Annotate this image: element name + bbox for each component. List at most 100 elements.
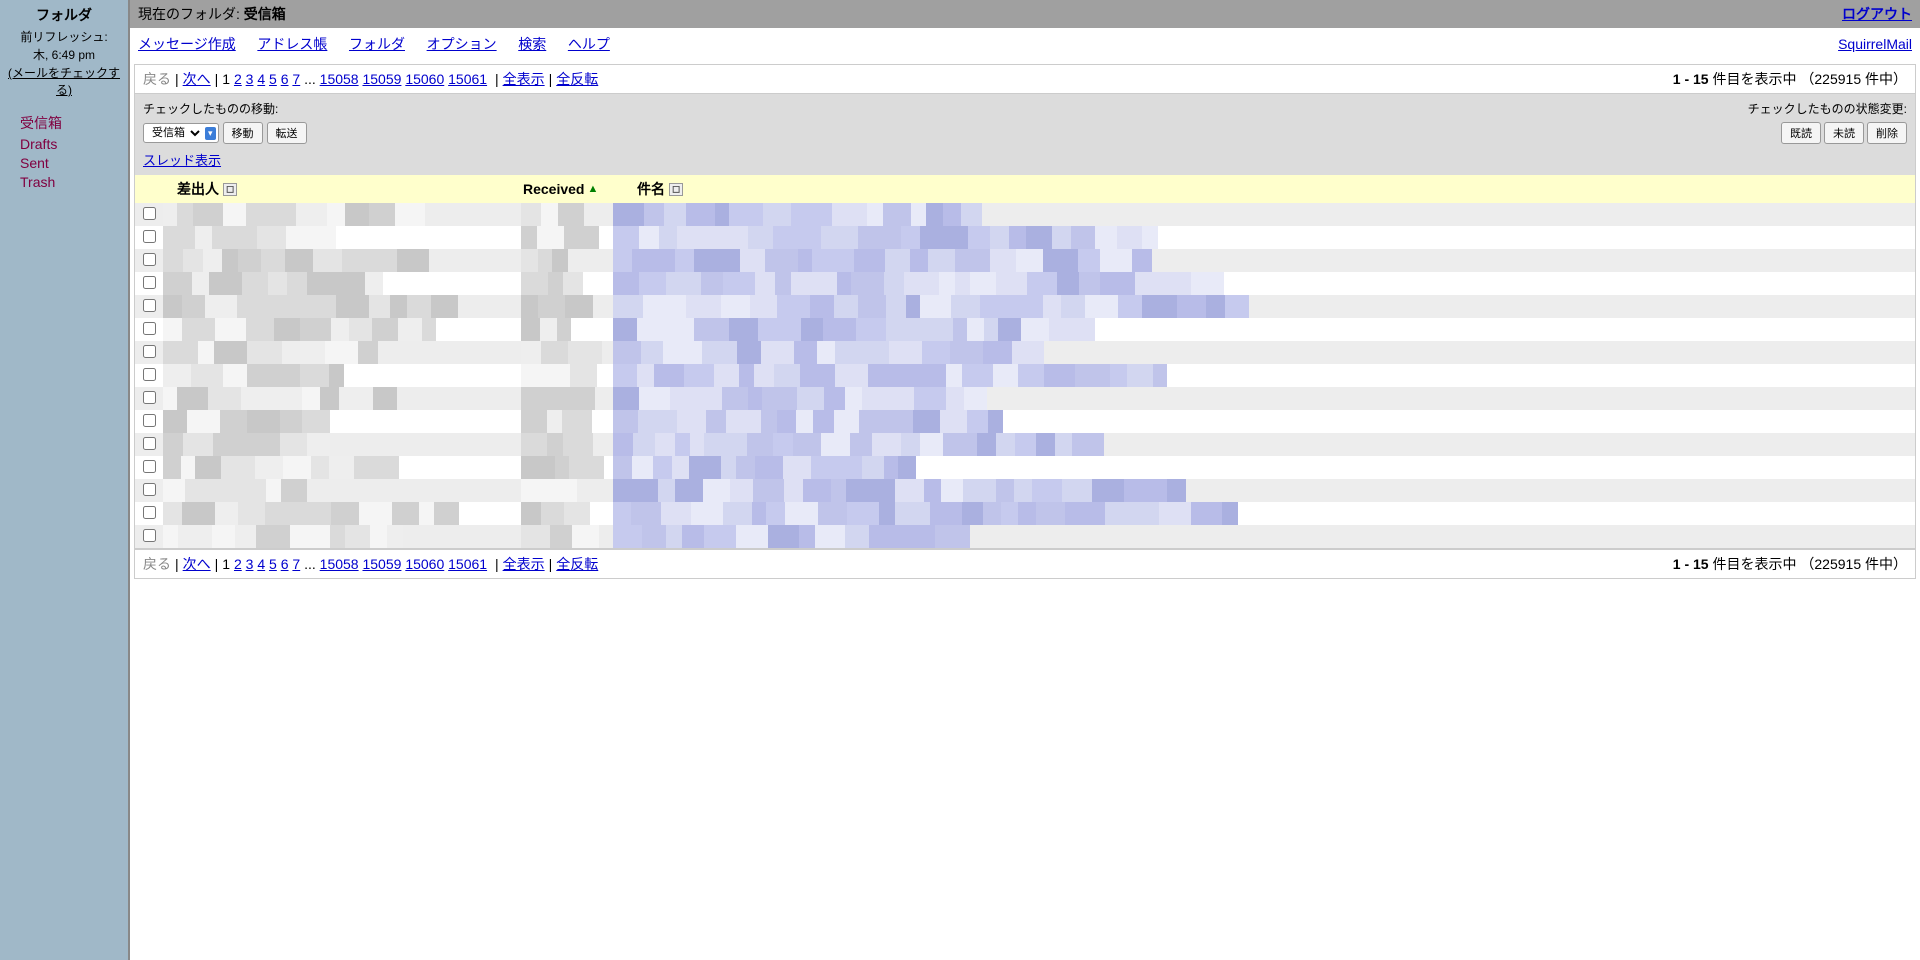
page-link[interactable]: 3 bbox=[246, 556, 254, 572]
row-checkbox[interactable] bbox=[143, 299, 156, 312]
table-row[interactable] bbox=[135, 479, 1915, 502]
row-checkbox[interactable] bbox=[143, 391, 156, 404]
table-row[interactable] bbox=[135, 341, 1915, 364]
table-row[interactable] bbox=[135, 410, 1915, 433]
table-row[interactable] bbox=[135, 203, 1915, 226]
from-redacted bbox=[163, 272, 521, 295]
row-checkbox[interactable] bbox=[143, 483, 156, 496]
logout-link[interactable]: ログアウト bbox=[1842, 6, 1912, 22]
table-row[interactable] bbox=[135, 364, 1915, 387]
folder-select-wrap[interactable]: 受信箱 ▾ bbox=[143, 123, 219, 143]
th-received[interactable]: Received bbox=[523, 181, 584, 197]
table-row[interactable] bbox=[135, 387, 1915, 410]
from-redacted bbox=[163, 318, 521, 341]
date-redacted bbox=[521, 456, 613, 479]
row-checkbox[interactable] bbox=[143, 368, 156, 381]
page-link[interactable]: 3 bbox=[246, 71, 254, 87]
sidebar: フォルダ 前リフレッシュ: 木, 6:49 pm (メールをチェックする) 受信… bbox=[0, 0, 130, 960]
page-link[interactable]: 6 bbox=[281, 71, 289, 87]
subject-redacted bbox=[613, 479, 1915, 502]
sidebar-title: フォルダ bbox=[2, 5, 126, 25]
table-row[interactable] bbox=[135, 433, 1915, 456]
row-checkbox[interactable] bbox=[143, 506, 156, 519]
row-checkbox[interactable] bbox=[143, 414, 156, 427]
page-link[interactable]: 15061 bbox=[448, 71, 487, 87]
table-row[interactable] bbox=[135, 272, 1915, 295]
page-link[interactable]: 2 bbox=[234, 556, 242, 572]
row-checkbox[interactable] bbox=[143, 460, 156, 473]
compose-link[interactable]: メッセージ作成 bbox=[138, 36, 236, 52]
action-bar: チェックしたものの移動: チェックしたものの状態変更: 受信箱 ▾ 移動 転送 … bbox=[134, 94, 1916, 175]
page-link[interactable]: 5 bbox=[269, 71, 277, 87]
table-row[interactable] bbox=[135, 318, 1915, 341]
folder-drafts[interactable]: Drafts bbox=[20, 136, 126, 152]
row-checkbox[interactable] bbox=[143, 322, 156, 335]
page-link[interactable]: 15060 bbox=[405, 556, 444, 572]
folder-sent[interactable]: Sent bbox=[20, 155, 126, 171]
subject-redacted bbox=[613, 525, 1915, 548]
folder-select[interactable]: 受信箱 bbox=[146, 125, 203, 141]
row-checkbox[interactable] bbox=[143, 529, 156, 542]
folder-trash[interactable]: Trash bbox=[20, 174, 126, 190]
row-checkbox[interactable] bbox=[143, 437, 156, 450]
date-redacted bbox=[521, 341, 613, 364]
toggle-all-link[interactable]: 全反転 bbox=[556, 71, 598, 87]
page-link[interactable]: 15058 bbox=[320, 71, 359, 87]
move-button[interactable]: 移動 bbox=[223, 122, 263, 144]
page-link[interactable]: 15060 bbox=[405, 71, 444, 87]
row-checkbox[interactable] bbox=[143, 345, 156, 358]
check-mail-link[interactable]: (メールをチェックする) bbox=[2, 64, 126, 98]
show-all-link[interactable]: 全表示 bbox=[503, 71, 545, 87]
thread-view-link[interactable]: スレッド表示 bbox=[143, 153, 221, 168]
table-row[interactable] bbox=[135, 295, 1915, 318]
delete-button[interactable]: 削除 bbox=[1867, 122, 1907, 144]
options-link[interactable]: オプション bbox=[427, 36, 497, 52]
table-row[interactable] bbox=[135, 249, 1915, 272]
table-row[interactable] bbox=[135, 502, 1915, 525]
th-subject[interactable]: 件名 bbox=[637, 179, 665, 199]
sort-asc-icon[interactable]: ▲ bbox=[587, 183, 598, 195]
page-link[interactable]: 7 bbox=[292, 556, 300, 572]
page-link[interactable]: 6 bbox=[281, 556, 289, 572]
sort-icon[interactable]: ◻ bbox=[223, 183, 237, 196]
search-link[interactable]: 検索 bbox=[518, 36, 546, 52]
row-checkbox[interactable] bbox=[143, 207, 156, 220]
pagination-left: 戻る|次へ|1 2 3 4 5 6 7 ... 15058 15059 1506… bbox=[143, 69, 598, 89]
page-link[interactable]: 2 bbox=[234, 71, 242, 87]
show-all-link[interactable]: 全表示 bbox=[503, 556, 545, 572]
brand-link[interactable]: SquirrelMail bbox=[1838, 36, 1912, 52]
row-checkbox[interactable] bbox=[143, 276, 156, 289]
nav-next[interactable]: 次へ bbox=[183, 71, 211, 87]
table-row[interactable] bbox=[135, 525, 1915, 548]
from-redacted bbox=[163, 226, 521, 249]
from-redacted bbox=[163, 364, 521, 387]
page-link[interactable]: 7 bbox=[292, 71, 300, 87]
page-link[interactable]: 5 bbox=[269, 556, 277, 572]
table-row[interactable] bbox=[135, 226, 1915, 249]
read-button[interactable]: 既読 bbox=[1781, 122, 1821, 144]
page-link[interactable]: 4 bbox=[257, 71, 265, 87]
sort-icon[interactable]: ◻ bbox=[669, 183, 683, 196]
row-checkbox[interactable] bbox=[143, 253, 156, 266]
date-redacted bbox=[521, 295, 613, 318]
pagination-top: 戻る|次へ|1 2 3 4 5 6 7 ... 15058 15059 1506… bbox=[134, 64, 1916, 94]
page-link[interactable]: 15058 bbox=[320, 556, 359, 572]
row-checkbox[interactable] bbox=[143, 230, 156, 243]
forward-button[interactable]: 転送 bbox=[267, 122, 307, 144]
nav-next[interactable]: 次へ bbox=[183, 556, 211, 572]
folder-inbox[interactable]: 受信箱 bbox=[20, 113, 126, 133]
page-link[interactable]: 15059 bbox=[362, 71, 401, 87]
page-link[interactable]: 15061 bbox=[448, 556, 487, 572]
th-from[interactable]: 差出人 bbox=[177, 179, 219, 199]
toggle-all-link[interactable]: 全反転 bbox=[556, 556, 598, 572]
help-link[interactable]: ヘルプ bbox=[568, 36, 610, 52]
address-link[interactable]: アドレス帳 bbox=[257, 36, 327, 52]
chevron-down-icon: ▾ bbox=[205, 127, 216, 140]
unread-button[interactable]: 未読 bbox=[1824, 122, 1864, 144]
folders-link[interactable]: フォルダ bbox=[349, 36, 405, 52]
subject-redacted bbox=[613, 295, 1915, 318]
page-link[interactable]: 4 bbox=[257, 556, 265, 572]
table-row[interactable] bbox=[135, 456, 1915, 479]
from-redacted bbox=[163, 410, 521, 433]
page-link[interactable]: 15059 bbox=[362, 556, 401, 572]
